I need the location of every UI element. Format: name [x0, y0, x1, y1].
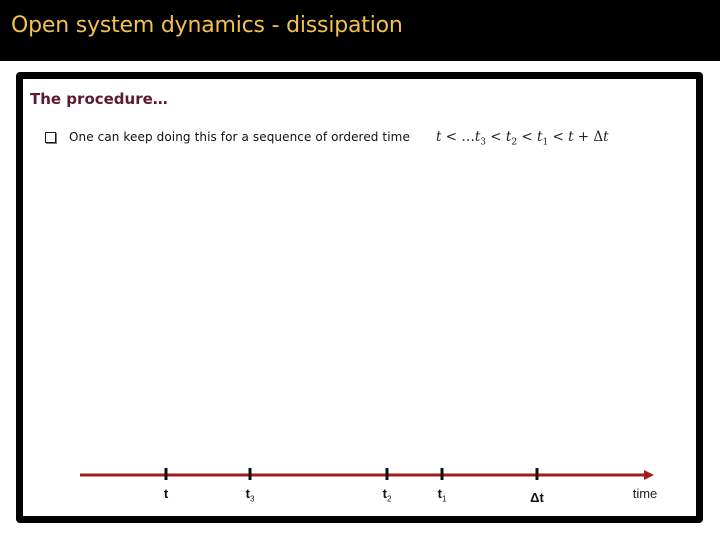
timeline-tick-label-t3: t3 [246, 486, 255, 504]
timeline-axis-label: time [632, 486, 658, 501]
timeline-tick-label-delta-t: Δt [530, 490, 544, 505]
tick-label-subscript: 1 [441, 494, 447, 504]
slide-title-bar: Open system dynamics - dissipation [0, 0, 720, 61]
tick-label-subscript: 3 [249, 494, 255, 504]
timeline-tick-label-t1: t1 [438, 486, 447, 504]
timeline-arrowhead-icon [644, 470, 654, 480]
timeline-tick-label-t2: t2 [383, 486, 392, 504]
tick-label-subscript: 2 [386, 494, 392, 504]
tick-label-base: t [163, 486, 169, 501]
timeline-svg [80, 468, 654, 480]
tick-label-base: Δt [530, 490, 544, 505]
slide-title: Open system dynamics - dissipation [11, 13, 403, 38]
content-frame: The procedure… One can keep doing this f… [16, 72, 703, 523]
timeline-diagram: time t t3 t2 t1 Δt [23, 79, 696, 516]
timeline-tick-label-t: t [164, 486, 168, 501]
